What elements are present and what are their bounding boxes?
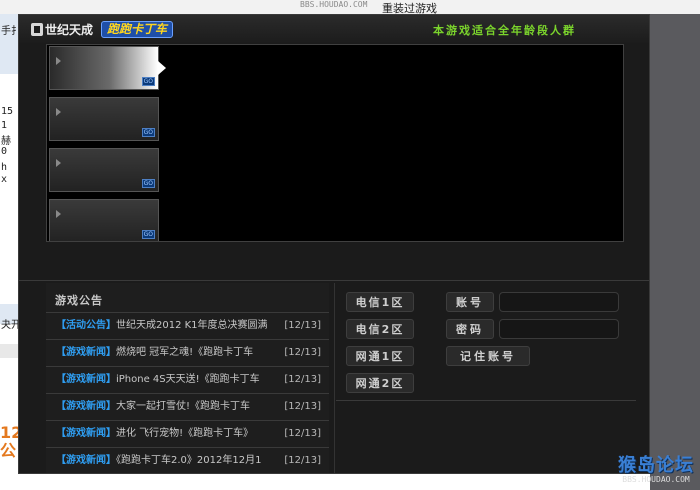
background-fragment: 1 [1,120,8,131]
background-right [650,14,700,490]
forum-watermark-title: 猴岛论坛 [618,455,694,476]
background-bottom [20,474,650,490]
play-arrow-icon [56,159,61,167]
news-date: [12/13] [284,428,321,439]
account-input[interactable] [499,292,619,312]
news-date: [12/13] [284,320,321,331]
forum-watermark: 猴岛论坛 BBS.HOUDAO.COM [618,451,694,484]
news-date: [12/13] [284,347,321,358]
news-panel: 游戏公告 【活动公告】世纪天成2012 K1年度总决赛圆满 [12/13] 【游… [46,283,329,473]
go-badge: GO [141,128,155,137]
news-item[interactable]: 【游戏新闻】进化 飞行宠物!《跑跑卡丁车》 [12/13] [46,420,329,447]
news-tag: 【活动公告】 [56,320,116,331]
news-item[interactable]: 【游戏新闻】《跑跑卡丁车2.0》2012年12月1 [12/13] [46,447,329,474]
login-divider [336,400,636,401]
news-tag: 【游戏新闻】 [56,401,116,412]
banner-thumbnail[interactable]: GO [49,148,159,192]
banner-thumbnail[interactable]: GO [49,97,159,141]
news-text: 世纪天成2012 K1年度总决赛圆满 [116,320,268,331]
background-fragment: 0 [1,146,8,157]
background-orange-text: 12 公 [0,423,20,460]
news-text: 大家一起打雪仗!《跑跑卡丁车 [116,401,251,412]
background-fragment: x [1,174,8,185]
go-badge: GO [141,179,155,188]
go-badge: GO [141,77,155,86]
forum-watermark-url: BBS.HOUDAO.COM [622,475,690,484]
news-item[interactable]: 【游戏新闻】燃烧吧 冠军之魂!《跑跑卡丁车 [12/13] [46,339,329,366]
banner-thumbnail[interactable]: GO [49,46,166,90]
background-fragment: 赫 [1,136,11,147]
panel-divider [334,283,335,473]
brand-logo: 世纪天成 跑跑卡丁车 [31,21,174,38]
background-fragment: h [1,162,8,173]
server-button-telecom-1[interactable]: 电信1区 [346,292,414,312]
news-tag: 【游戏新闻】 [56,347,116,358]
play-arrow-icon [56,108,61,116]
brand-name: 世纪天成 [45,23,94,37]
background-top-bar: BBS.HOUDAO.COM 重装过游戏 [0,0,700,15]
section-divider [19,280,649,281]
server-button-telecom-2[interactable]: 电信2区 [346,319,414,339]
news-tag: 【游戏新闻】 [56,455,116,466]
launcher-titlebar: 世纪天成 跑跑卡丁车 本游戏适合全年龄段人群 [19,15,649,43]
news-date: [12/13] [284,374,321,385]
game-logo: 跑跑卡丁车 [101,21,174,38]
brand-icon [31,23,43,36]
news-tag: 【游戏新闻】 [56,374,116,385]
server-button-netcom-1[interactable]: 网通1区 [346,346,414,366]
password-label: 密码 [446,319,494,339]
news-list: 【活动公告】世纪天成2012 K1年度总决赛圆满 [12/13] 【游戏新闻】燃… [46,312,329,474]
news-date: [12/13] [284,401,321,412]
play-arrow-icon [56,210,61,218]
play-arrow-icon [56,57,61,65]
banner-thumbnail[interactable]: GO [49,199,159,241]
background-fragment: 15 [1,106,14,117]
password-input[interactable] [499,319,619,339]
watermark-top: BBS.HOUDAO.COM [300,0,368,9]
game-launcher-window: 世纪天成 跑跑卡丁车 本游戏适合全年龄段人群 GO GO GO GO 游戏公告 … [18,14,650,474]
server-button-netcom-2[interactable]: 网通2区 [346,373,414,393]
news-item[interactable]: 【游戏新闻】iPhone 4S天天送!《跑跑卡丁车 [12/13] [46,366,329,393]
background-left-window: 手扌 15 1 赫 0 h x 夬开 12 公 [0,14,20,490]
selected-pointer-icon [158,61,166,75]
news-item[interactable]: 【游戏新闻】大家一起打雪仗!《跑跑卡丁车 [12/13] [46,393,329,420]
news-text: iPhone 4S天天送!《跑跑卡丁车 [116,374,260,385]
go-badge: GO [141,230,155,239]
news-text: 燃烧吧 冠军之魂!《跑跑卡丁车 [116,347,254,358]
news-text: 进化 飞行宠物!《跑跑卡丁车》 [116,428,254,439]
age-rating-notice: 本游戏适合全年龄段人群 [433,24,576,37]
news-date: [12/13] [284,455,321,466]
news-item[interactable]: 【活动公告】世纪天成2012 K1年度总决赛圆满 [12/13] [46,312,329,339]
remember-account-button[interactable]: 记住账号 [446,346,530,366]
news-title: 游戏公告 [55,294,103,307]
account-label: 账号 [446,292,494,312]
news-text: 《跑跑卡丁车2.0》2012年12月1 [116,455,262,466]
news-tag: 【游戏新闻】 [56,428,116,439]
banner-area: GO GO GO GO [46,44,624,242]
